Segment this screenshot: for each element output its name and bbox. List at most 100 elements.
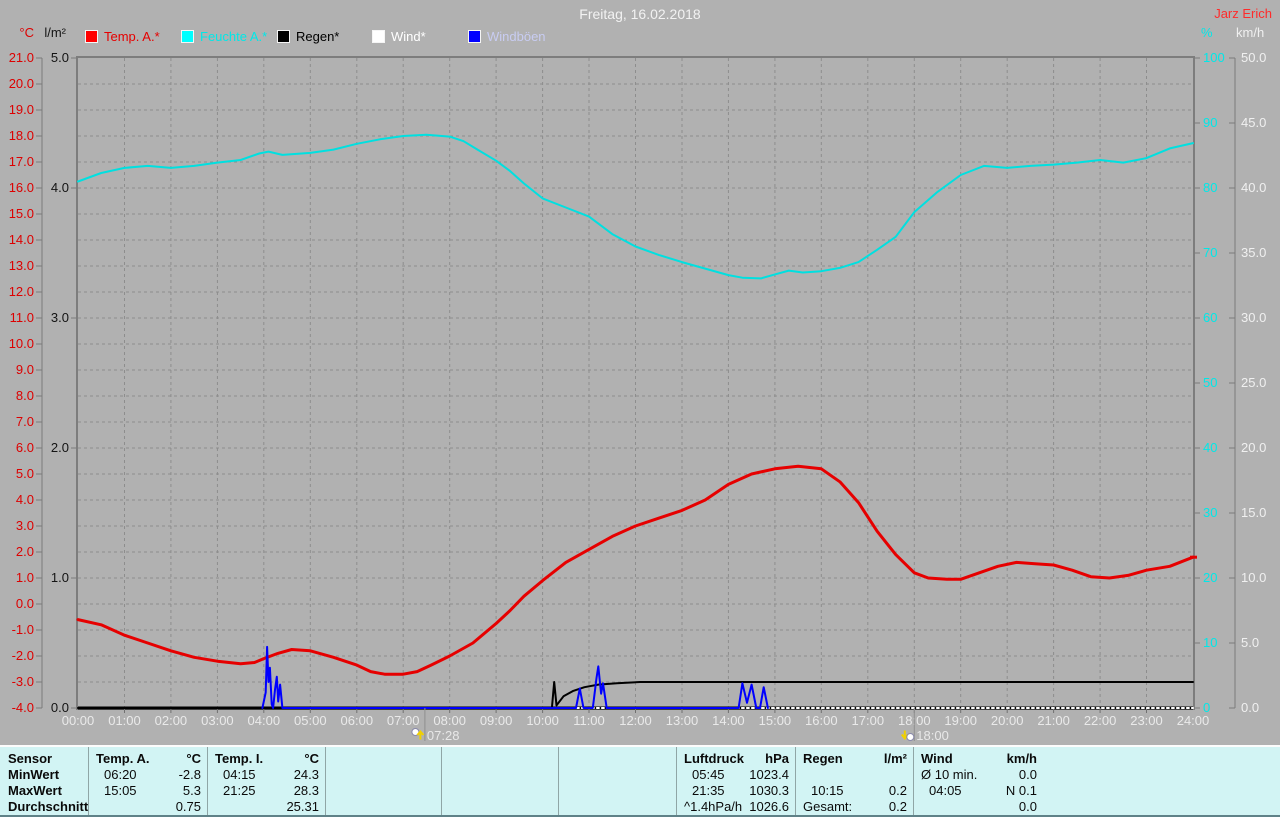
table-cell-value: N 0.1: [1005, 783, 1037, 798]
table-cell-value: 28.3: [293, 783, 319, 798]
svg-text:4.0: 4.0: [51, 180, 69, 195]
svg-text:10.0: 10.0: [1241, 570, 1266, 585]
svg-text:5.0: 5.0: [51, 50, 69, 65]
sunset-time-label: 18:00: [916, 728, 949, 743]
table-row-label: Sensor: [8, 751, 53, 766]
table-cell-value: 0.0: [1018, 767, 1037, 782]
svg-text:00:00: 00:00: [62, 713, 95, 728]
svg-text:03:00: 03:00: [201, 713, 234, 728]
svg-text:13:00: 13:00: [666, 713, 699, 728]
table-cell-value: 0.75: [175, 799, 201, 814]
svg-text:19.0: 19.0: [9, 102, 34, 117]
svg-text:15.0: 15.0: [1241, 505, 1266, 520]
summary-table: Sensor MinWert MaxWert Durchschnitt Temp. A.…: [0, 745, 1280, 817]
svg-text:0.0: 0.0: [1241, 700, 1259, 715]
table-cell-value: 0.0: [1018, 799, 1037, 814]
wind-axis: 50.0 45.0 40.0 35.0 30.0 25.0 20.0 15.0 10.0 5.0 0…: [1229, 50, 1266, 715]
svg-text:16:00: 16:00: [805, 713, 838, 728]
svg-text:17:00: 17:00: [852, 713, 885, 728]
svg-text:12:00: 12:00: [619, 713, 652, 728]
sunrise-icon: [411, 728, 425, 740]
svg-text:1.0: 1.0: [51, 570, 69, 585]
svg-text:16.0: 16.0: [9, 180, 34, 195]
table-row-label: MaxWert: [8, 783, 62, 798]
table-cell-value: -2.8: [178, 767, 201, 782]
svg-text:04:00: 04:00: [248, 713, 281, 728]
svg-text:30: 30: [1203, 505, 1217, 520]
svg-text:-3.0: -3.0: [12, 674, 34, 689]
svg-text:70: 70: [1203, 245, 1217, 260]
svg-text:11:00: 11:00: [573, 713, 605, 728]
svg-text:24:00: 24:00: [1177, 713, 1210, 728]
table-column-separator: [913, 747, 914, 815]
svg-text:15.0: 15.0: [9, 206, 34, 221]
table-cell-value: 1030.3: [749, 783, 789, 798]
svg-text:23:00: 23:00: [1130, 713, 1163, 728]
svg-text:40: 40: [1203, 440, 1217, 455]
svg-text:8.0: 8.0: [16, 388, 34, 403]
table-cell-value: 0.2: [888, 783, 907, 798]
svg-text:14:00: 14:00: [712, 713, 745, 728]
svg-text:10:00: 10:00: [526, 713, 559, 728]
rain-axis: 5.04.03.02.01.00.0: [51, 50, 77, 715]
table-cell-value: 24.3: [293, 767, 319, 782]
svg-text:11.0: 11.0: [10, 310, 34, 325]
table-cell-value: 25.31: [286, 799, 319, 814]
weather-day-chart: 21.0 20.0 19.0 18.0 17.0 16.0 15.0 14.0 13.0 12.0…: [9, 50, 1267, 743]
svg-text:07:00: 07:00: [387, 713, 420, 728]
table-header-unit: °C: [304, 751, 319, 766]
svg-text:80: 80: [1203, 180, 1217, 195]
svg-text:06:00: 06:00: [341, 713, 374, 728]
svg-text:6.0: 6.0: [16, 440, 34, 455]
svg-text:50: 50: [1203, 375, 1217, 390]
svg-text:-2.0: -2.0: [12, 648, 34, 663]
table-cell-value: 0.2: [888, 799, 907, 814]
table-header-unit: l/m²: [883, 751, 907, 766]
svg-text:0.0: 0.0: [16, 596, 34, 611]
table-row-label: MinWert: [8, 767, 60, 782]
svg-text:17.0: 17.0: [9, 154, 34, 169]
table-header-unit: km/h: [1006, 751, 1037, 766]
svg-text:20:00: 20:00: [991, 713, 1024, 728]
svg-text:90: 90: [1203, 115, 1217, 130]
svg-text:100: 100: [1203, 50, 1225, 65]
svg-text:10: 10: [1203, 635, 1217, 650]
svg-text:5.0: 5.0: [16, 466, 34, 481]
table-header-unit: hPa: [765, 751, 789, 766]
svg-text:7.0: 7.0: [16, 414, 34, 429]
table-row-label: Durchschnitt: [8, 799, 89, 814]
svg-text:14.0: 14.0: [9, 232, 34, 247]
svg-text:2.0: 2.0: [51, 440, 69, 455]
table-header-unit: °C: [186, 751, 201, 766]
svg-text:5.0: 5.0: [1241, 635, 1259, 650]
table-column-separator: [325, 747, 326, 815]
table-cell-value: 5.3: [182, 783, 201, 798]
svg-text:22:00: 22:00: [1084, 713, 1117, 728]
svg-text:20.0: 20.0: [9, 76, 34, 91]
svg-text:-1.0: -1.0: [12, 622, 34, 637]
svg-text:21:00: 21:00: [1037, 713, 1070, 728]
svg-text:10.0: 10.0: [9, 336, 34, 351]
table-column-separator: [676, 747, 677, 815]
weather-app-window: Freitag, 16.02.2018 Jarz Erich °C l/m² %…: [0, 0, 1280, 817]
svg-text:3.0: 3.0: [51, 310, 69, 325]
svg-text:40.0: 40.0: [1241, 180, 1266, 195]
svg-text:4.0: 4.0: [16, 492, 34, 507]
svg-text:02:00: 02:00: [155, 713, 188, 728]
svg-text:9.0: 9.0: [16, 362, 34, 377]
humidity-axis: 1009080706050403020100: [1194, 50, 1225, 715]
svg-text:01:00: 01:00: [108, 713, 141, 728]
table-column-separator: [558, 747, 559, 815]
svg-text:30.0: 30.0: [1241, 310, 1266, 325]
temp-axis: 21.0 20.0 19.0 18.0 17.0 16.0 15.0 14.0 13.0 12.0…: [9, 50, 43, 715]
table-cell-value: 1023.4: [749, 767, 789, 782]
svg-text:35.0: 35.0: [1241, 245, 1266, 260]
svg-text:45.0: 45.0: [1241, 115, 1266, 130]
svg-text:20: 20: [1203, 570, 1217, 585]
svg-text:15:00: 15:00: [759, 713, 792, 728]
table-column-separator: [207, 747, 208, 815]
svg-text:-4.0: -4.0: [12, 700, 34, 715]
svg-text:18.0: 18.0: [9, 128, 34, 143]
sunset-icon: [900, 730, 915, 741]
svg-text:12.0: 12.0: [9, 284, 34, 299]
